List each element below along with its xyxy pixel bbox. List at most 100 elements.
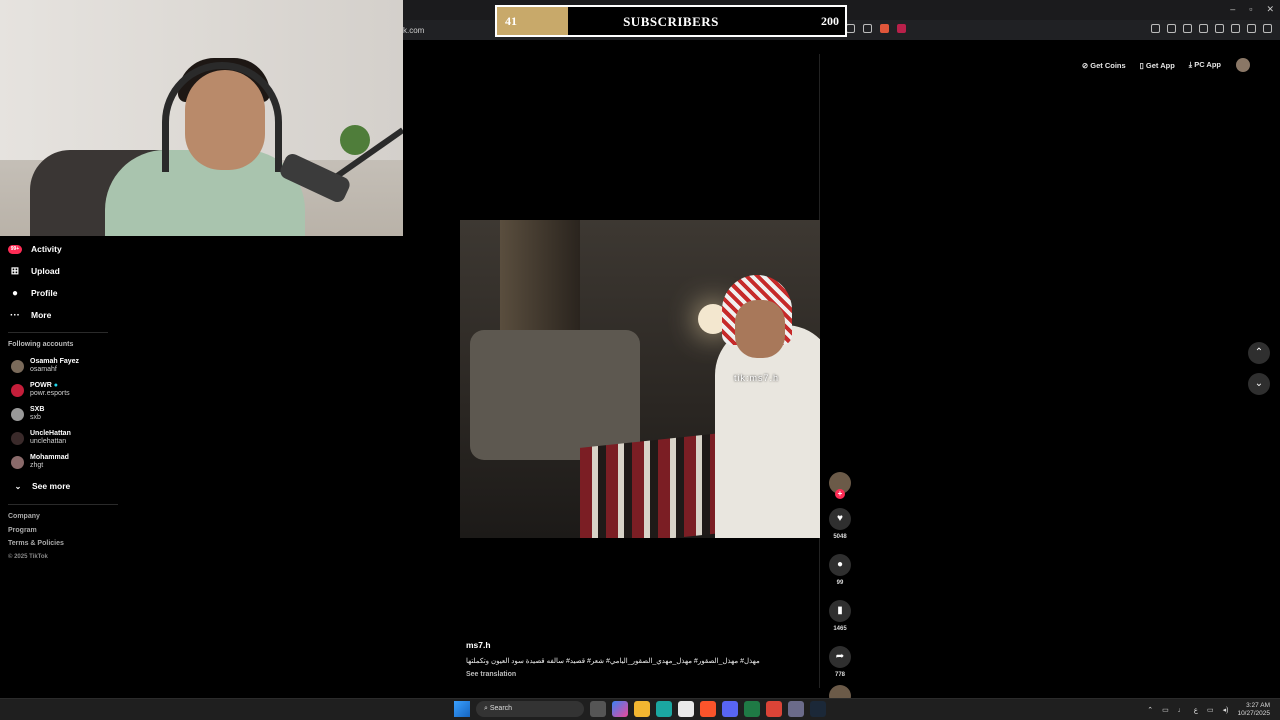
footer-company[interactable]: Company — [8, 513, 128, 527]
account-handle: osamahf — [30, 366, 57, 373]
account-handle: powr.esports — [30, 390, 70, 397]
extensions-icon[interactable] — [1151, 24, 1160, 33]
discord-icon[interactable] — [722, 701, 738, 717]
brave-icon[interactable] — [700, 701, 716, 717]
store-icon[interactable] — [678, 701, 694, 717]
window-controls: – ▫ ✕ — [1230, 4, 1274, 15]
extension-icons — [846, 24, 906, 33]
bookmark-icon[interactable]: ▮ — [829, 600, 851, 622]
get-coins-label: Get Coins — [1090, 60, 1126, 70]
save-action: ▮ 1465 — [828, 600, 852, 632]
following-account[interactable]: Mohammad zhgt — [8, 450, 128, 474]
see-translation-link[interactable]: See translation — [466, 671, 516, 678]
sidebar-divider — [8, 504, 118, 505]
mic-icon[interactable]: ♩ — [1178, 707, 1185, 714]
taskbar-apps: ⌕ Search — [454, 701, 826, 717]
vpn-icon[interactable] — [1247, 24, 1256, 33]
windows-start-icon[interactable] — [454, 701, 470, 717]
restore-icon[interactable]: ▫ — [1249, 4, 1252, 15]
task-view-icon[interactable] — [590, 701, 606, 717]
nav-profile-label: Profile — [31, 288, 58, 298]
menu-icon[interactable] — [1263, 24, 1272, 33]
file-explorer-icon[interactable] — [634, 701, 650, 717]
volume-icon[interactable]: ◂) — [1223, 706, 1229, 714]
webcam-feed — [0, 0, 403, 236]
action-rail: + ♥ 5048 ● 99 ▮ 1465 ➦ 778 — [828, 472, 852, 707]
more-icon: ··· — [10, 309, 20, 321]
nav-activity-label: Activity — [31, 244, 62, 254]
see-more-button[interactable]: ⌄ See more — [8, 476, 128, 496]
account-handle: unclehattan — [30, 438, 67, 445]
account-name: POWR ● — [30, 382, 70, 390]
nav-more-label: More — [31, 310, 52, 320]
footer-terms[interactable]: Terms & Policies — [8, 540, 128, 554]
like-count: 5048 — [833, 534, 847, 540]
nav-profile[interactable]: ● Profile — [8, 282, 128, 304]
verified-icon: ● — [53, 382, 58, 389]
music-icon[interactable] — [1183, 24, 1192, 33]
following-account[interactable]: UncleHattan unclehattan — [8, 426, 128, 450]
video-player[interactable]: tik:ms7.h — [460, 220, 820, 538]
tabs-icon[interactable] — [1215, 24, 1224, 33]
sidebar-icon[interactable] — [1199, 24, 1208, 33]
feed-navigation: ⌃ ⌄ — [1248, 342, 1270, 404]
follow-plus-icon[interactable]: + — [835, 489, 845, 499]
comment-action: ● 99 — [828, 554, 852, 586]
following-account[interactable]: POWR ● powr.esports — [8, 378, 128, 402]
brave-shield-icon[interactable] — [880, 24, 889, 33]
share-icon[interactable] — [863, 24, 872, 33]
nav-upload[interactable]: ⊞ Upload — [8, 260, 128, 282]
taskbar-search[interactable]: ⌕ Search — [476, 701, 584, 717]
app-icon[interactable] — [788, 701, 804, 717]
taskbar: ⌕ Search ⌃ ▭ ♩ ع ▭ ◂) 3:27 AM 10/27/2025 — [0, 698, 1280, 720]
avatar — [11, 407, 24, 421]
footer-copyright: © 2025 TikTok — [8, 553, 48, 560]
nav-activity[interactable]: 99+ Activity — [8, 238, 128, 260]
chevron-up-icon[interactable]: ⌃ — [1248, 342, 1270, 364]
clock[interactable]: 3:27 AM 10/27/2025 — [1237, 702, 1270, 718]
video-watermark: tik:ms7.h — [734, 373, 780, 383]
account-name: Osamah Fayez — [30, 358, 80, 365]
excel-icon[interactable] — [744, 701, 760, 717]
top-actions: ⊘ Get Coins ▯ Get App ⤓ PC App — [1079, 58, 1250, 72]
footer-program[interactable]: Program — [8, 527, 128, 541]
account-handle: zhgt — [30, 462, 44, 469]
display-icon[interactable]: ▭ — [1207, 706, 1214, 714]
sidebar-divider — [8, 332, 108, 333]
creator-avatar[interactable]: + — [829, 472, 851, 499]
avatar — [11, 455, 24, 469]
brave-rewards-icon[interactable] — [897, 24, 906, 33]
nav-more[interactable]: ··· More — [8, 304, 128, 326]
chevron-down-icon: ⌄ — [14, 481, 22, 491]
pc-app-label: PC App — [1194, 60, 1221, 69]
profile-icon: ● — [11, 287, 19, 299]
get-coins-button[interactable]: ⊘ Get Coins — [1079, 59, 1129, 72]
chrome-icon[interactable] — [766, 701, 782, 717]
language-indicator[interactable]: ع — [1194, 706, 1198, 714]
chevron-down-icon[interactable]: ⌄ — [1248, 373, 1270, 395]
heart-icon[interactable]: ♥ — [829, 508, 851, 530]
chevron-up-icon[interactable]: ⌃ — [1147, 706, 1153, 714]
steam-icon[interactable] — [810, 701, 826, 717]
screenshot-icon[interactable] — [1167, 24, 1176, 33]
account-name: SXB — [30, 406, 45, 413]
share-arrow-icon[interactable]: ➦ — [829, 646, 851, 668]
minimize-icon[interactable]: – — [1230, 4, 1235, 15]
following-account[interactable]: SXB sxb — [8, 402, 128, 426]
footer-links: Company Program Terms & Policies © 2025 … — [8, 513, 128, 567]
video-author[interactable]: ms7.h — [466, 640, 491, 650]
edge-icon[interactable] — [656, 701, 672, 717]
translate-icon[interactable] — [846, 24, 855, 33]
following-account[interactable]: Osamah Fayez osamahf — [8, 354, 128, 378]
get-app-button[interactable]: ▯ Get App — [1137, 59, 1178, 72]
network-icon[interactable]: ▭ — [1162, 706, 1169, 714]
avatar — [11, 359, 24, 373]
pc-app-button[interactable]: ⤓ PC App — [1186, 58, 1224, 72]
goal-label: SUBSCRIBERS — [623, 14, 719, 29]
wallet-icon[interactable] — [1231, 24, 1240, 33]
browser-toolbar — [1151, 24, 1272, 33]
user-avatar[interactable] — [1236, 58, 1250, 72]
close-icon[interactable]: ✕ — [1266, 4, 1274, 15]
comment-icon[interactable]: ● — [829, 554, 851, 576]
copilot-icon[interactable] — [612, 701, 628, 717]
